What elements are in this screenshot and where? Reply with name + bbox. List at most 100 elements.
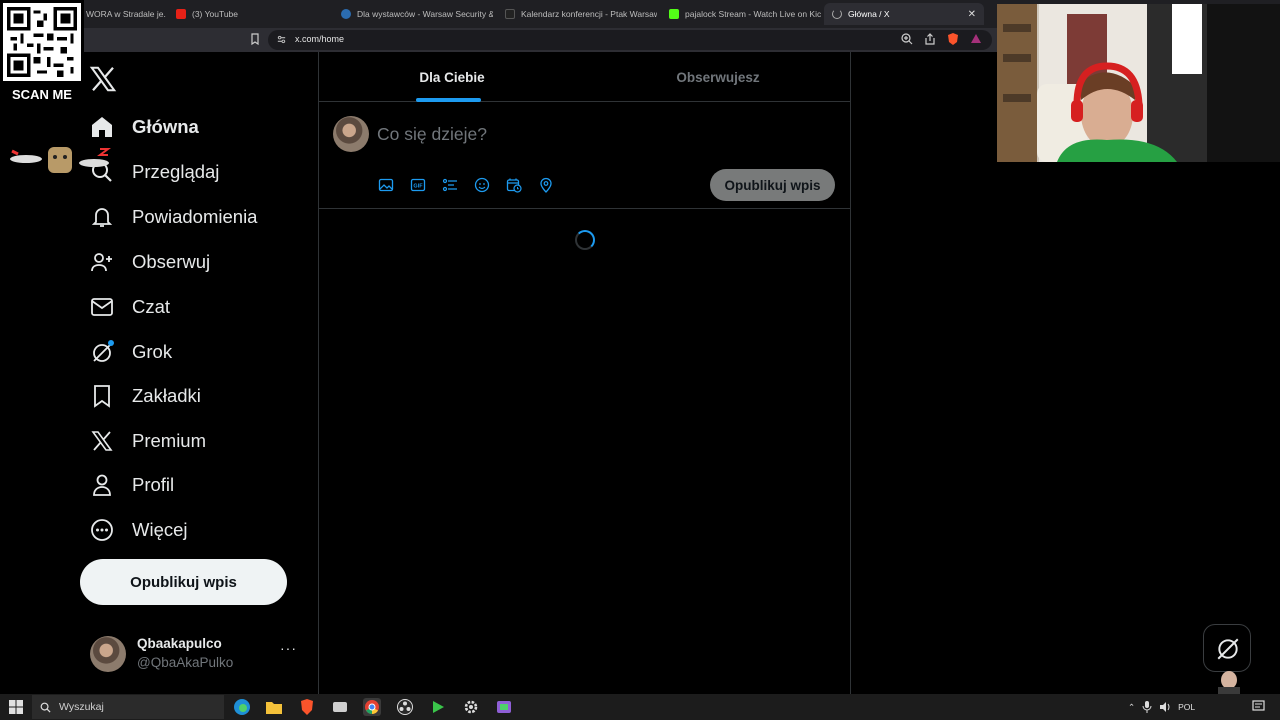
microphone-icon[interactable] (1142, 701, 1152, 713)
tab-for-you[interactable]: Dla Ciebie (319, 52, 585, 102)
qr-code (3, 3, 81, 81)
avatar (90, 636, 126, 672)
settings-icon[interactable] (462, 698, 480, 716)
compose-input[interactable]: Co się dzieje? (377, 124, 487, 145)
zoom-icon[interactable] (900, 32, 914, 46)
grok-icon (93, 340, 114, 362)
search-icon (40, 702, 51, 713)
sidebar-item-label: Profil (132, 474, 175, 495)
grok-icon (1217, 638, 1239, 660)
person-icon (93, 474, 111, 496)
game-icon[interactable] (495, 698, 513, 716)
speaker-icon[interactable] (1159, 701, 1171, 713)
sidebar-item-label: Premium (132, 430, 207, 451)
chrome-icon[interactable] (363, 698, 381, 716)
tab-label: Dla wystawców - Warsaw Security & (357, 9, 493, 19)
site-settings-icon[interactable] (276, 34, 287, 45)
location-icon[interactable] (538, 177, 554, 193)
browser-tab[interactable]: pajalock Stream - Watch Live on Kick (661, 3, 821, 25)
avatar[interactable] (333, 116, 369, 152)
streamer-overlay (1218, 671, 1240, 694)
sidebar-item-profile[interactable]: Profil (90, 467, 174, 503)
browser-tab[interactable]: (3) YouTube (168, 3, 328, 25)
taskbar-search-placeholder: Wyszukaj (59, 701, 104, 713)
sidebar-item-label: Przeglądaj (132, 161, 220, 182)
chevron-up-icon[interactable]: ⌃ (1128, 702, 1135, 713)
url-input[interactable]: x.com/home (268, 30, 992, 50)
emote-overlay (10, 147, 111, 173)
gif-icon[interactable]: GIF (410, 177, 426, 193)
sidebar-item-label: Więcej (132, 519, 188, 540)
sidebar-item-follow[interactable]: Obserwuj (90, 244, 210, 280)
sidebar-item-label: Grok (132, 341, 173, 362)
brave-icon[interactable] (298, 698, 316, 716)
notifications-icon[interactable] (1252, 700, 1265, 713)
home-icon (92, 117, 112, 137)
kick-favicon (669, 9, 679, 19)
account-switcher[interactable]: Qbaakapulco @QbaAkaPulko ··· (90, 634, 305, 674)
app-icon[interactable] (331, 698, 349, 716)
emoji-icon[interactable] (474, 177, 490, 193)
sidebar-item-label: Główna (132, 116, 199, 137)
qr-label: SCAN ME (12, 87, 72, 102)
follow-icon (91, 253, 112, 272)
sidebar-item-home[interactable]: Główna (90, 109, 199, 145)
tab-label: WORA w Stradale je... (86, 9, 166, 19)
share-icon[interactable] (923, 32, 937, 46)
browser-tab[interactable]: WORA w Stradale je... (78, 3, 166, 25)
x-icon (91, 431, 113, 451)
windows-start-icon[interactable] (9, 700, 23, 714)
feed-tabs: Dla Ciebie Obserwujesz (319, 52, 851, 102)
brave-shield-icon[interactable] (946, 32, 960, 46)
sidebar-item-label: Czat (132, 296, 171, 317)
url-text: x.com/home (295, 34, 345, 44)
language-indicator[interactable]: POL (1178, 702, 1195, 712)
browser-tab-active[interactable]: Główna / X ✕ (824, 3, 984, 25)
account-handle: @QbaAkaPulko (137, 655, 234, 670)
schedule-icon[interactable] (506, 177, 522, 193)
qr-code-overlay: SCAN ME (0, 0, 84, 108)
tab-label: pajalock Stream - Watch Live on Kick (685, 9, 821, 19)
post-composer: Co się dzieje? GIF Opublikuj wpis (319, 102, 851, 209)
more-options-icon[interactable]: ··· (280, 640, 297, 656)
tab-label: Obserwujesz (676, 69, 760, 85)
bookmark-page-icon[interactable] (248, 32, 262, 46)
webcam-overlay (997, 4, 1280, 162)
taskbar-search[interactable]: Wyszukaj (32, 695, 224, 719)
publish-button[interactable]: Opublikuj wpis (710, 169, 835, 201)
image-icon[interactable] (378, 177, 394, 193)
taskbar: Wyszukaj ⌃ POL (0, 694, 1280, 720)
svg-text:GIF: GIF (413, 184, 423, 190)
mail-icon (91, 298, 113, 316)
close-icon[interactable]: ✕ (968, 9, 976, 20)
grok-floating-button[interactable] (1203, 624, 1251, 672)
browser-tab[interactable]: Kalendarz konferencji - Ptak Warsaw (497, 3, 657, 25)
sidebar-item-label: Obserwuj (132, 251, 211, 272)
tab-label: Główna / X (848, 9, 890, 19)
main-column: Dla Ciebie Obserwujesz Co się dzieje? GI… (318, 52, 851, 694)
tab-label: (3) YouTube (192, 9, 238, 19)
bell-icon (91, 208, 113, 227)
edge-icon[interactable] (233, 698, 251, 716)
brave-rewards-icon[interactable] (969, 32, 983, 46)
poll-icon[interactable] (442, 177, 458, 193)
media-icon[interactable] (429, 698, 447, 716)
youtube-favicon (176, 9, 186, 19)
loading-icon (832, 9, 842, 19)
tab-following[interactable]: Obserwujesz (585, 52, 851, 102)
tab-label: Kalendarz konferencji - Ptak Warsaw (521, 9, 657, 19)
post-button[interactable]: Opublikuj wpis (80, 559, 287, 605)
sidebar-item-bookmarks[interactable]: Zakładki (90, 378, 201, 414)
sidebar-item-label: Powiadomienia (132, 206, 258, 227)
x-logo-icon[interactable] (88, 64, 118, 94)
sidebar-item-more[interactable]: Więcej (90, 512, 188, 548)
obs-icon[interactable] (396, 698, 414, 716)
loading-spinner (575, 230, 595, 250)
sidebar-item-premium[interactable]: Premium (90, 423, 206, 459)
browser-tab[interactable]: Dla wystawców - Warsaw Security & (333, 3, 493, 25)
sidebar-item-notifications[interactable]: Powiadomienia (90, 199, 257, 235)
sidebar-item-chat[interactable]: Czat (90, 289, 170, 325)
bookmark-icon (94, 385, 110, 408)
explorer-icon[interactable] (265, 698, 283, 716)
sidebar-item-grok[interactable]: Grok (90, 334, 172, 370)
